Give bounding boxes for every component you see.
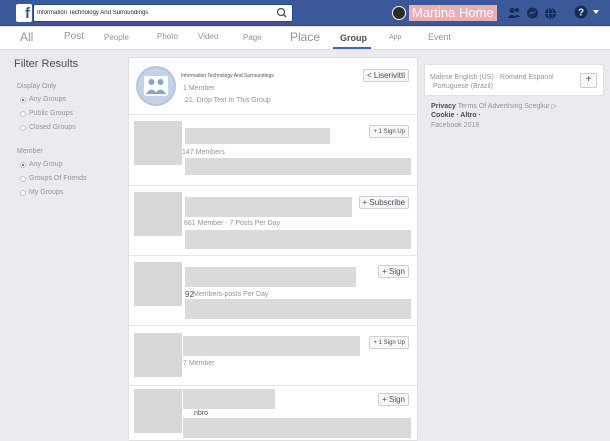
top-navigation-bar: f Martina Home ? [0, 0, 610, 26]
search-icon[interactable] [274, 6, 290, 20]
group-name-placeholder [185, 197, 352, 217]
group-description-placeholder [185, 299, 411, 319]
list-item: Information Technology And Surroundings … [129, 58, 417, 115]
tab-event[interactable]: Event [428, 32, 451, 42]
group-meta: 661 Member · 7 Posts Per Day [184, 220, 281, 227]
tab-photo[interactable]: Photo [157, 32, 178, 41]
filter-groups-of-friends[interactable]: Groups Of Friends [20, 175, 87, 182]
group-thumbnail[interactable] [134, 192, 182, 236]
help-icon[interactable]: ? [574, 5, 588, 24]
sign-up-button[interactable]: + 1 Sign Up [369, 125, 409, 138]
svg-text:?: ? [578, 8, 584, 19]
add-language-button[interactable]: + [580, 73, 597, 88]
group-description-placeholder [185, 230, 411, 249]
facebook-logo[interactable]: f [16, 4, 32, 22]
language-list[interactable]: Malese English (US) · Romand Espanol [430, 74, 554, 81]
footer-copyright: Facebook 2018 [431, 122, 480, 129]
search-results: Information Technology And Surroundings … [128, 57, 418, 441]
tab-video[interactable]: Video [198, 32, 218, 41]
language-portuguese[interactable]: Portuguese (Brazil) [433, 83, 493, 90]
avatar [392, 6, 406, 20]
list-item: 7 Member + 1 Sign Up [129, 326, 417, 386]
group-meta: nbro [194, 410, 209, 417]
filter-option-label: Public Groups [29, 110, 73, 117]
tab-place[interactable]: Place [290, 30, 320, 44]
sign-up-button[interactable]: + Sign [378, 393, 409, 406]
filter-public-groups[interactable]: Public Groups [20, 110, 73, 117]
notifications-globe-icon[interactable] [541, 5, 559, 21]
cookie-link[interactable]: Cookie · Altro · [431, 112, 481, 119]
radio-selected-icon[interactable] [20, 96, 26, 103]
sign-up-button[interactable]: + Sign [378, 265, 409, 278]
filter-closed-groups[interactable]: Closed Groups [20, 124, 76, 131]
radio-icon[interactable] [20, 124, 26, 131]
sign-up-button[interactable]: + 1 Sign Up [369, 336, 409, 349]
subscribe-button[interactable]: + Subscribe [358, 196, 409, 209]
filter-results-title: Filter Results [14, 58, 79, 70]
messages-icon[interactable] [523, 5, 541, 21]
radio-selected-icon[interactable] [20, 161, 26, 168]
group-name-placeholder [183, 389, 275, 409]
profile-name: Martina [412, 5, 456, 20]
search-tabs: All Post People Photo Video Page Place G… [0, 27, 610, 50]
list-item: nbro + Sign [129, 386, 417, 441]
footer-links-row-2: Cookie · Altro · [431, 112, 481, 119]
group-icon [144, 76, 168, 96]
tab-group[interactable]: Group [340, 33, 367, 43]
search-input[interactable] [34, 5, 272, 21]
group-avatar[interactable] [136, 66, 176, 106]
group-description: 21. Drop Text In This Group [185, 97, 271, 104]
tab-page[interactable]: Page [243, 33, 262, 42]
filter-option-label: My Groups [29, 189, 64, 196]
group-description-placeholder [185, 158, 411, 175]
group-members: 1 Member [183, 85, 215, 92]
group-thumbnail[interactable] [134, 389, 182, 433]
list-item: 147 Members + 1 Sign Up [129, 115, 417, 186]
tab-people[interactable]: People [104, 33, 129, 42]
filter-option-label: Closed Groups [29, 124, 76, 131]
group-thumbnail[interactable] [134, 121, 182, 165]
join-group-button[interactable]: < Liserivitti [362, 69, 409, 82]
notification-icons [505, 5, 559, 21]
filter-my-groups[interactable]: My Groups [20, 189, 63, 196]
language-selector: Malese English (US) · Romand Espanol Por… [424, 64, 604, 96]
member-label: Member [17, 148, 43, 155]
group-name-placeholder [185, 128, 330, 144]
filter-option-label: Any Group [29, 161, 63, 168]
radio-icon[interactable] [20, 189, 26, 196]
account-menu-chevron-down-icon[interactable] [593, 10, 599, 14]
tab-post[interactable]: Post [64, 31, 84, 42]
tab-all[interactable]: All [20, 30, 33, 44]
list-item: 661 Member · 7 Posts Per Day + Subscribe [129, 186, 417, 256]
profile-link[interactable]: Martina Home [392, 4, 497, 22]
group-meta: 7 Member [183, 360, 215, 367]
friend-requests-icon[interactable] [505, 5, 523, 21]
radio-icon[interactable] [20, 110, 26, 117]
group-name[interactable]: Information Technology And Surroundings [181, 73, 274, 79]
radio-icon[interactable] [20, 175, 26, 182]
group-name-placeholder [185, 267, 356, 287]
terms-link[interactable]: Terms Of Advertising Scegliur [458, 103, 550, 110]
group-meta: 147 Members [182, 149, 225, 156]
filter-option-label: Any Groups [29, 96, 66, 103]
display-only-label: Display Only [17, 83, 57, 90]
group-meta: Members-posts Per Day [193, 291, 269, 298]
group-name-placeholder [183, 336, 360, 356]
list-item: 92 Members-posts Per Day + Sign [129, 256, 417, 326]
privacy-link[interactable]: Privacy [431, 103, 456, 110]
filter-any-group[interactable]: Any Group [20, 161, 62, 168]
active-tab-indicator [333, 47, 371, 49]
group-description-placeholder [183, 418, 411, 438]
group-thumbnail[interactable] [134, 333, 182, 377]
search-box [33, 4, 293, 22]
adchoices-icon[interactable]: ▷ [552, 103, 557, 110]
filter-option-label: Groups Of Friends [29, 175, 87, 182]
filter-any-groups[interactable]: Any Groups [20, 96, 66, 103]
tab-app[interactable]: App [389, 34, 401, 41]
footer-links-row-1: Privacy Terms Of Advertising Scegliur ▷ [431, 102, 557, 110]
home-link[interactable]: Home [459, 5, 494, 20]
group-thumbnail[interactable] [134, 262, 182, 306]
